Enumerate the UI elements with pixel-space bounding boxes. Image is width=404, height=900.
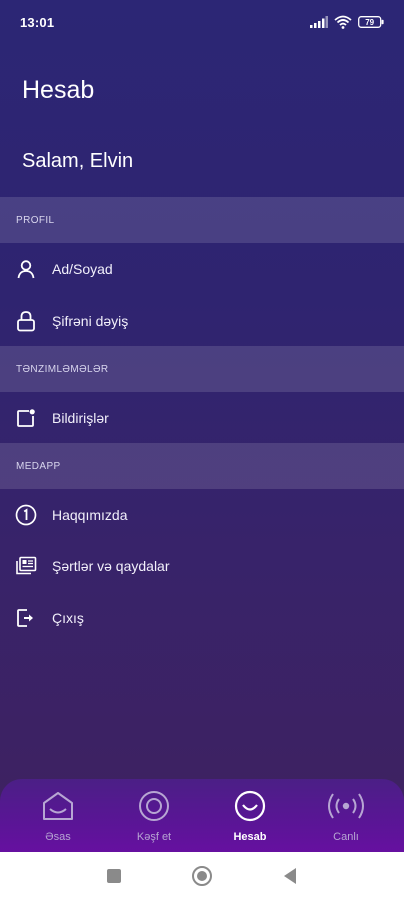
square-icon — [107, 869, 121, 883]
tab-label: Hesab — [233, 831, 267, 843]
tab-live[interactable]: Canlı — [303, 779, 389, 852]
home-icon — [41, 789, 75, 823]
back-button[interactable] — [246, 867, 334, 885]
bottom-navigation: Əsas Kəşf et Hesab Canlı — [0, 779, 404, 852]
menu-item-change-password[interactable]: Şifrəni dəyiş — [0, 296, 404, 346]
menu-item-name[interactable]: Ad/Soyad — [0, 244, 404, 294]
section-header-settings: TƏNZIMLƏMƏLƏR — [0, 346, 404, 392]
live-broadcast-icon — [324, 789, 368, 823]
menu-item-logout[interactable]: Çıxış — [0, 593, 404, 643]
menu-item-label: Şifrəni dəyiş — [52, 313, 129, 329]
info-icon — [15, 504, 37, 526]
lock-icon — [15, 310, 37, 332]
tab-label: Canlı — [333, 831, 359, 843]
menu-item-label: Çıxış — [52, 610, 84, 626]
tab-label: Kəşf et — [136, 831, 172, 843]
account-screen: 13:01 79 Hesab Salam, Elvin PROFIL Ad/So… — [0, 0, 404, 852]
battery-icon: 79 — [358, 16, 384, 28]
circle-icon — [192, 866, 212, 886]
menu-item-label: Bildirişlər — [52, 410, 109, 426]
user-icon — [15, 258, 37, 280]
tab-account[interactable]: Hesab — [207, 779, 293, 852]
menu-item-notifications[interactable]: Bildirişlər — [0, 393, 404, 443]
greeting-text: Salam, Elvin — [22, 150, 134, 172]
notification-icon — [15, 407, 37, 429]
menu-item-label: Haqqımızda — [52, 507, 128, 523]
section-header-profile: PROFIL — [0, 197, 404, 243]
section-header-medapp: MEDAPP — [0, 443, 404, 489]
discover-icon — [137, 789, 171, 823]
tab-discover[interactable]: Kəşf et — [111, 779, 197, 852]
signal-icon — [310, 16, 328, 28]
page-title: Hesab — [22, 76, 95, 104]
logout-icon — [15, 607, 37, 629]
menu-item-label: Şərtlər və qaydalar — [52, 558, 170, 574]
status-bar: 13:01 79 — [0, 0, 404, 44]
menu-item-terms[interactable]: Şərtlər və qaydalar — [0, 541, 404, 591]
status-time: 13:01 — [20, 14, 55, 30]
wifi-icon — [334, 15, 352, 29]
document-icon — [15, 555, 37, 577]
menu-item-about[interactable]: Haqqımızda — [0, 490, 404, 540]
menu-item-label: Ad/Soyad — [52, 261, 113, 277]
tab-label: Əsas — [45, 831, 71, 843]
home-button[interactable] — [158, 865, 246, 887]
tab-home[interactable]: Əsas — [15, 779, 101, 852]
account-smile-icon — [233, 789, 267, 823]
battery-level: 79 — [365, 18, 374, 27]
system-navigation-bar — [0, 852, 404, 900]
back-triangle-icon — [284, 868, 296, 884]
recents-button[interactable] — [70, 868, 158, 884]
status-icons: 79 — [310, 15, 384, 29]
